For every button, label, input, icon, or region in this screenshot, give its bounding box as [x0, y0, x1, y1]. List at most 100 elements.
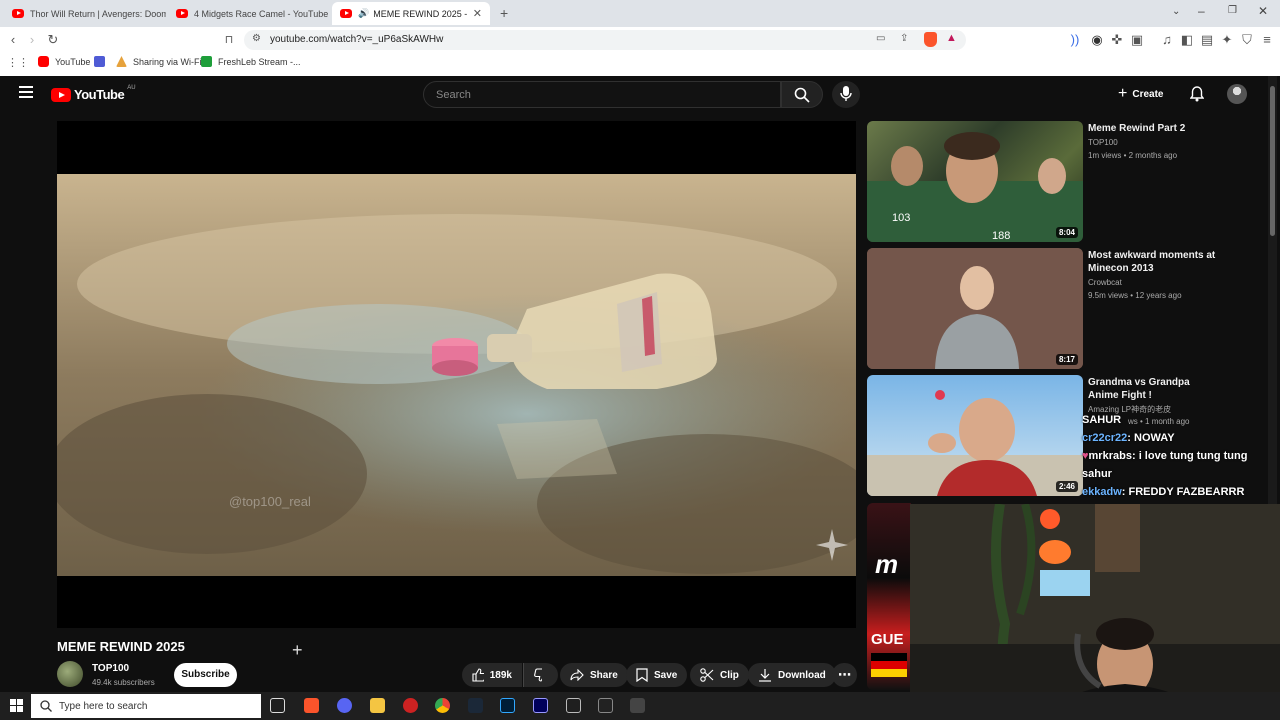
vm-taskbar-icon[interactable] [566, 698, 581, 713]
recommendation-thumbnail[interactable]: 2:46 [867, 375, 1083, 496]
youtube-play-logo-icon [51, 87, 71, 102]
recommendation-thumbnail-partial[interactable]: m GUE [867, 503, 911, 690]
reload-icon[interactable]: ↻ [44, 31, 62, 49]
minimize-icon[interactable]: – [1198, 4, 1205, 18]
app-taskbar-icon[interactable] [630, 698, 645, 713]
share-page-icon[interactable]: ⇪ [900, 33, 908, 44]
youtube-bookmark-icon [38, 56, 49, 67]
download-button[interactable]: Download [748, 663, 836, 687]
close-tab-icon[interactable]: ✕ [467, 7, 482, 20]
bookmark-icon[interactable]: ⊓ [220, 31, 238, 49]
save-button[interactable]: Save [626, 663, 688, 687]
close-window-icon[interactable]: ✕ [1258, 4, 1268, 18]
brave-taskbar-icon[interactable] [304, 698, 319, 713]
wallet-icon[interactable]: ▤ [1198, 31, 1216, 49]
account-avatar[interactable] [1227, 84, 1247, 104]
youtube-favicon-icon [12, 9, 24, 18]
discord-taskbar-icon[interactable] [337, 698, 352, 713]
extension-badge-icon[interactable]: ◉ [1088, 31, 1106, 49]
thumbnail-image [867, 390, 1083, 496]
save-bookmark-icon [636, 668, 648, 682]
video-duration: 2:46 [1055, 481, 1078, 492]
audio-icon[interactable]: )) [1066, 31, 1084, 49]
recommendation-channel[interactable]: Crowbcat [1088, 278, 1122, 287]
video-duration: 8:17 [1055, 354, 1078, 365]
tab-thor[interactable]: Thor Will Return | Avengers: Doomsday [4, 2, 166, 25]
share-arrow-icon [570, 669, 584, 681]
scissors-icon [700, 668, 714, 682]
extensions-icon[interactable]: ✜ [1108, 31, 1126, 49]
site-info-icon[interactable]: ⚙ [252, 33, 261, 44]
channel-name[interactable]: TOP100 [92, 663, 129, 674]
guide-menu-icon[interactable] [19, 86, 33, 98]
capcut-taskbar-icon[interactable] [598, 698, 613, 713]
screenshot-icon[interactable]: ▣ [1128, 31, 1146, 49]
recommendation-title[interactable]: Most awkward moments at Minecon 2013 [1088, 249, 1218, 275]
search-button[interactable] [781, 81, 823, 108]
thumbnail-image: 103 188 [867, 132, 1083, 242]
vpn-icon[interactable]: ⛉ [1238, 31, 1256, 49]
recommendation-title[interactable]: Grandma vs Grandpa Anime Fight ! [1088, 376, 1218, 402]
video-frame[interactable]: @top100_real [57, 174, 856, 576]
brave-rewards-icon[interactable]: ▲ [946, 32, 957, 44]
bookmark-freshleb[interactable]: FreshLeb Stream -... [201, 56, 301, 67]
leo-ai-icon[interactable]: ✦ [1218, 31, 1236, 49]
more-horizontal-icon: ⋯ [838, 667, 851, 682]
taskbar-search-input[interactable]: Type here to search [31, 694, 261, 718]
apps-grid-icon[interactable]: ⋮⋮ [7, 56, 29, 69]
youtube-favicon-icon [340, 9, 352, 18]
file-explorer-icon[interactable] [370, 698, 385, 713]
thumbs-up-icon [472, 668, 484, 682]
address-bar[interactable]: ⚙ youtube.com/watch?v=_uP6aSkAWHw ▭ ⇪ ▲ [244, 30, 966, 50]
premiere-taskbar-icon[interactable] [533, 698, 548, 713]
share-button[interactable]: Share [560, 663, 628, 687]
tab-midgets[interactable]: 4 Midgets Race Camel - YouTube [168, 2, 328, 25]
chat-message: SAHUR [1082, 414, 1122, 426]
thumbs-down-icon [534, 668, 542, 682]
bookmark-sharing-wifi[interactable]: Sharing via Wi-Fi [116, 56, 202, 67]
search-icon [794, 87, 810, 103]
warning-favicon-icon [116, 56, 127, 67]
task-view-icon[interactable] [270, 698, 285, 713]
recommendation-title[interactable]: Meme Rewind Part 2 [1088, 122, 1218, 135]
webcam-feed-image [910, 504, 1280, 720]
brave-shields-icon[interactable] [924, 32, 937, 47]
recommendation-thumbnail[interactable]: 8:17 [867, 248, 1083, 369]
chat-message: cr22cr22: NOWAY [1082, 432, 1175, 444]
channel-avatar[interactable] [57, 661, 83, 687]
windows-start-icon[interactable] [10, 699, 23, 712]
media-icon[interactable]: ♫ [1158, 31, 1176, 49]
back-icon[interactable]: ‹ [4, 31, 22, 49]
search-input[interactable]: Search [423, 81, 781, 108]
clip-button[interactable]: Clip [690, 663, 749, 687]
notifications-button[interactable] [1189, 86, 1205, 107]
more-actions-button[interactable]: ⋯ [832, 663, 857, 687]
youtube-logo[interactable]: YouTube AU [51, 85, 136, 102]
youtube-favicon-icon [176, 9, 188, 18]
cast-icon[interactable]: ▭ [876, 33, 885, 44]
forward-icon[interactable]: › [23, 31, 41, 49]
like-button[interactable]: 189k [462, 663, 522, 687]
obs-taskbar-icon[interactable] [403, 698, 418, 713]
chat-message: ekkadw: FREDDY FAZBEARRR [1082, 486, 1245, 498]
recommendation-thumbnail[interactable]: 103 188 8:04 [867, 121, 1083, 242]
bookmark-blank[interactable] [94, 56, 111, 67]
bookmark-youtube[interactable]: YouTube [38, 56, 90, 67]
menu-icon[interactable]: ≡ [1258, 31, 1276, 49]
video-duration: 8:04 [1055, 227, 1078, 238]
tab-meme-rewind[interactable]: 🔊MEME REWIND 2025 - YouTube✕ [332, 2, 490, 25]
steam-taskbar-icon[interactable] [468, 698, 483, 713]
recommendation-meta: 9.5m views • 12 years ago [1088, 291, 1182, 300]
recommendation-channel[interactable]: TOP100 [1088, 138, 1118, 147]
photoshop-taskbar-icon[interactable] [500, 698, 515, 713]
new-tab-icon[interactable]: + [500, 5, 508, 21]
sidebar-icon[interactable]: ◧ [1178, 31, 1196, 49]
germany-flag-icon [871, 653, 907, 677]
tab-search-chevron-icon[interactable]: ⌄ [1172, 6, 1180, 17]
dislike-button[interactable] [523, 663, 558, 687]
chrome-taskbar-icon[interactable] [435, 698, 450, 713]
create-button[interactable]: + Create [1118, 83, 1163, 105]
subscribe-button[interactable]: Subscribe [174, 663, 237, 687]
restore-icon[interactable]: ❐ [1228, 5, 1237, 16]
voice-search-button[interactable] [832, 81, 860, 108]
